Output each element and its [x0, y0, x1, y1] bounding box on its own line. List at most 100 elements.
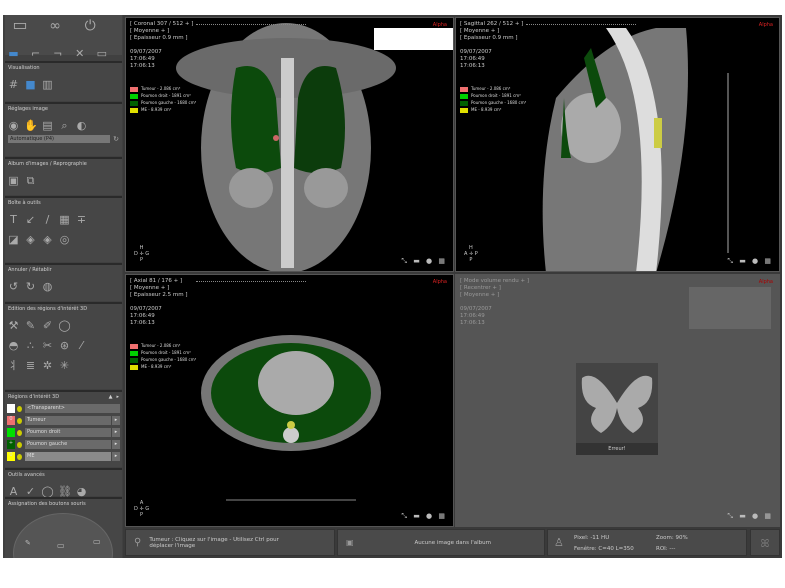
wand-icon[interactable]: ⁄: [75, 339, 88, 352]
viewport-buttons[interactable]: ⤡ ▬ ● ▦: [727, 257, 773, 266]
alpha-label[interactable]: Alpha: [433, 22, 447, 28]
slice-label[interactable]: [ Coronal 307 / 512 + ]: [130, 21, 193, 28]
viewport-volume[interactable]: [ Mode volume rendu + ][ Recentrer + ][ …: [455, 274, 780, 527]
menu-icon[interactable]: ▸: [116, 394, 119, 400]
roi-color[interactable]: 0: [7, 416, 15, 425]
scissors-icon[interactable]: ✂: [41, 339, 54, 352]
roi-arrow-icon[interactable]: ▸: [112, 452, 120, 461]
camera-icon[interactable]: ▣: [7, 174, 20, 187]
mouse-middle-icon[interactable]: ▭: [57, 541, 65, 550]
viewport-info[interactable]: [ Sagittal 262 / 512 + ][ Moyenne + ][ E…: [460, 21, 523, 70]
viewport-buttons[interactable]: ⤡ ▬ ● ▦: [401, 257, 447, 266]
layout-split-icon[interactable]: ⌐: [29, 47, 42, 60]
thickness-label[interactable]: [ Epaisseur 0.9 mm ]: [130, 35, 193, 42]
bulb-icon[interactable]: [17, 417, 22, 424]
text-icon[interactable]: T: [7, 213, 20, 226]
projection-label[interactable]: [ Moyenne + ]: [130, 28, 193, 35]
roi-stats-icon[interactable]: ◪: [7, 233, 20, 246]
alpha-label[interactable]: Alpha: [433, 279, 447, 285]
roi-item[interactable]: + Poumon gauche ▸: [7, 439, 120, 450]
reset-icon[interactable]: ↻: [113, 135, 119, 143]
bulb-icon[interactable]: [17, 441, 22, 448]
layers-icon[interactable]: ▤: [41, 119, 54, 132]
butterfly-button[interactable]: ꕤ: [750, 529, 780, 556]
roi-color[interactable]: [7, 404, 15, 413]
viewport-info[interactable]: [ Mode volume rendu + ][ Recentrer + ][ …: [460, 278, 529, 327]
erode-icon[interactable]: ✳: [58, 359, 71, 372]
ruler-icon[interactable]: /: [41, 213, 54, 226]
bulb-icon[interactable]: [17, 453, 22, 460]
viewport-coronal[interactable]: [ Coronal 307 / 512 + ][ Moyenne + ][ Ep…: [125, 17, 454, 272]
contrast-icon[interactable]: ◉: [7, 119, 20, 132]
film-icon[interactable]: ▥: [41, 78, 54, 91]
mouse-right-icon[interactable]: ▭: [93, 537, 101, 546]
eraser-icon[interactable]: ✐: [41, 319, 54, 332]
viewport-buttons[interactable]: ⤡ ▬ ● ▦: [401, 512, 447, 521]
viewport-info[interactable]: [ Coronal 307 / 512 + ][ Moyenne + ][ Ep…: [130, 21, 193, 70]
projection-label[interactable]: [ Moyenne + ]: [460, 292, 529, 299]
bulb-icon[interactable]: [17, 405, 22, 412]
history-icon[interactable]: ◍: [41, 280, 54, 293]
grid-icon[interactable]: #: [7, 78, 20, 91]
sync-icon[interactable]: ✕: [73, 47, 86, 60]
projection-label[interactable]: [ Moyenne + ]: [460, 28, 523, 35]
slice-label[interactable]: [ Axial 81 / 176 + ]: [130, 278, 187, 285]
album-icon[interactable]: ▣: [346, 538, 354, 547]
cube-icon[interactable]: ■: [24, 78, 37, 91]
zoom-icon[interactable]: ⌕: [58, 119, 71, 132]
viewport-sagittal[interactable]: [ Sagittal 262 / 512 + ][ Moyenne + ][ E…: [455, 17, 780, 272]
viewport-info[interactable]: [ Axial 81 / 176 + ][ Moyenne + ][ Epais…: [130, 278, 187, 327]
window-preset-select[interactable]: Automatique (P4): [8, 135, 111, 143]
diamond-left-icon[interactable]: ◈: [41, 233, 54, 246]
seed-icon[interactable]: ⊛: [58, 339, 71, 352]
diamond-right-icon[interactable]: ◈: [24, 233, 37, 246]
eye-icon[interactable]: ◎: [58, 233, 71, 246]
hammer-icon[interactable]: ⚒: [7, 319, 20, 332]
roi-color[interactable]: +: [7, 440, 15, 449]
roi-arrow-icon[interactable]: ▸: [112, 440, 120, 449]
layout-icon[interactable]: ▬: [7, 47, 20, 60]
pan-hand-icon[interactable]: ✋: [24, 119, 38, 132]
thickness-label[interactable]: [ Epaisseur 2.5 mm ]: [130, 292, 187, 299]
mouse-diagram[interactable]: [13, 513, 113, 558]
power-icon[interactable]: ⏻: [77, 19, 103, 40]
alpha-label[interactable]: Alpha: [759, 22, 773, 28]
viewport-axial[interactable]: [ Axial 81 / 176 + ][ Moyenne + ][ Epais…: [125, 274, 454, 527]
dots-icon[interactable]: ∴: [24, 339, 37, 352]
branch-icon[interactable]: ⺦: [7, 359, 20, 372]
lasso-icon[interactable]: ◯: [58, 319, 71, 332]
roi-arrow-icon[interactable]: ▸: [112, 416, 120, 425]
undo-icon[interactable]: ↺: [7, 280, 20, 293]
arrow-icon[interactable]: ↙: [24, 213, 37, 226]
roi-item[interactable]: 0 Tumeur ▸: [7, 415, 120, 426]
layout-bottom-icon[interactable]: ▭: [95, 47, 108, 60]
recenter-label[interactable]: [ Recentrer + ]: [460, 285, 529, 292]
bulb-icon[interactable]: [17, 429, 22, 436]
link-icon[interactable]: ∞: [42, 19, 68, 40]
projection-label[interactable]: [ Moyenne + ]: [130, 285, 187, 292]
export-icon[interactable]: ⧉: [24, 174, 37, 187]
roi-arrow-icon[interactable]: ▸: [112, 428, 120, 437]
slice-label[interactable]: [ Sagittal 262 / 512 + ]: [460, 21, 523, 28]
alpha-label[interactable]: Alpha: [759, 279, 773, 285]
layout-split2-icon[interactable]: ¬: [51, 47, 64, 60]
roi-color[interactable]: [7, 428, 15, 437]
roi-item[interactable]: <Transparent>: [7, 403, 120, 414]
grid-measure-icon[interactable]: ▦: [58, 213, 71, 226]
open-folder-icon[interactable]: ▭: [7, 17, 33, 38]
roi-color[interactable]: 0: [7, 452, 15, 461]
redo-icon[interactable]: ↻: [24, 280, 37, 293]
mouse-left-icon[interactable]: ✎: [25, 539, 31, 547]
pencil-add-icon[interactable]: ✎: [24, 319, 37, 332]
stack-icon[interactable]: ≣: [24, 359, 37, 372]
mode-label[interactable]: [ Mode volume rendu + ]: [460, 278, 529, 285]
angle-icon[interactable]: ∓: [75, 213, 88, 226]
dilate-icon[interactable]: ✲: [41, 359, 54, 372]
roi-item[interactable]: 0 ME ▸: [7, 451, 120, 462]
overlay-icon[interactable]: ◐: [75, 119, 88, 132]
add-roi-icon[interactable]: ▲: [109, 394, 113, 400]
viewport-buttons[interactable]: ⤡ ▬ ● ▦: [727, 512, 773, 521]
thickness-label[interactable]: [ Epaisseur 0.9 mm ]: [460, 35, 523, 42]
roi-item[interactable]: Poumon droit ▸: [7, 427, 120, 438]
fill-icon[interactable]: ◓: [7, 339, 20, 352]
